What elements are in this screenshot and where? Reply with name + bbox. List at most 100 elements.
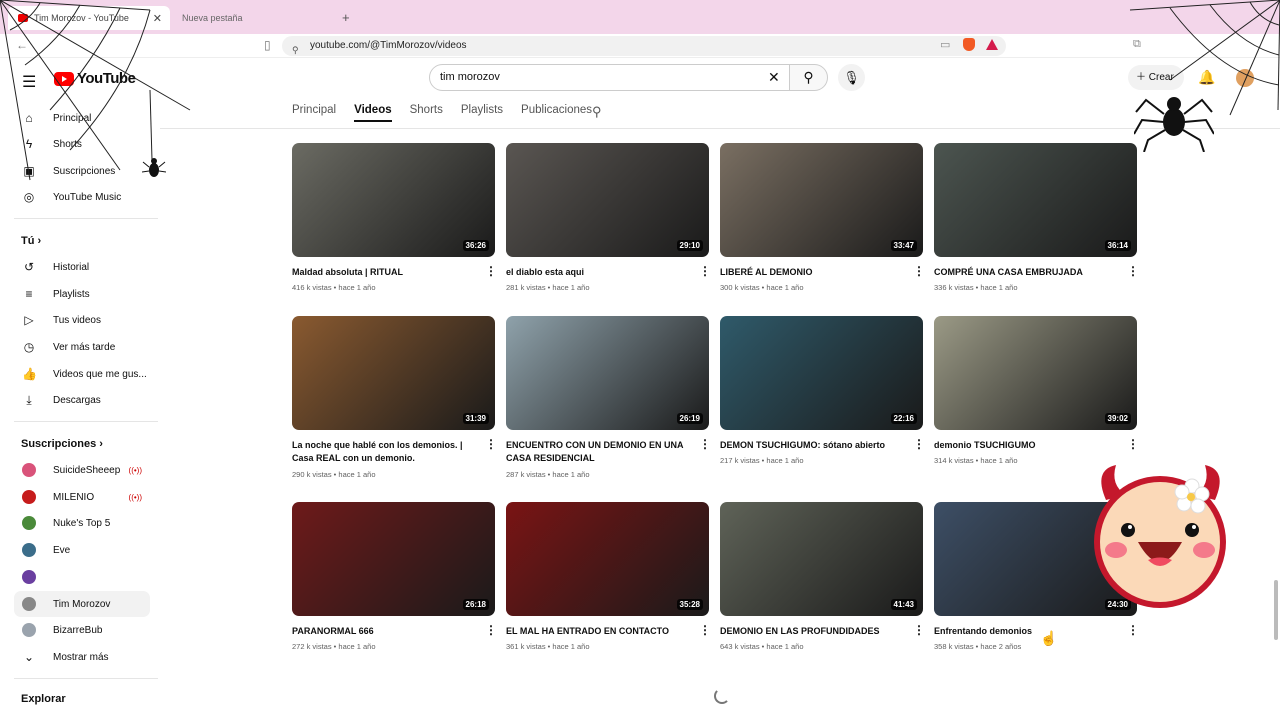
video-thumbnail[interactable]: 33:47 (720, 143, 923, 257)
more-options-icon[interactable]: ⋮ (913, 624, 925, 636)
tab-publicaciones[interactable]: Publicaciones (521, 104, 592, 122)
tab-videos[interactable]: Videos (354, 104, 392, 122)
video-title[interactable]: EL MAL HA ENTRADO EN CONTACTO (506, 625, 684, 638)
video-title[interactable]: LIBERÉ AL DEMONIO (720, 266, 898, 279)
cast-icon[interactable]: ▭ (940, 38, 950, 51)
sidebar-show-more[interactable]: ⌄ Mostrar más (14, 644, 150, 670)
sidebar-item-label: Tus videos (53, 314, 101, 326)
sidebar-item-label: YouTube Music (53, 191, 122, 203)
tab-playlists[interactable]: Playlists (461, 104, 503, 122)
tab-principal[interactable]: Principal (292, 104, 336, 122)
new-tab-plus-icon[interactable]: + (342, 10, 350, 25)
search-button[interactable]: ⚲ (789, 64, 828, 91)
video-card[interactable]: 35:28 EL MAL HA ENTRADO EN CONTACTO ⋮ 36… (506, 502, 711, 651)
video-meta: 287 k vistas • hace 1 año (506, 470, 590, 479)
sidebar-item-ver-mas-tarde[interactable]: ◷ Ver más tarde (14, 334, 150, 360)
brave-shields-icon[interactable] (963, 38, 975, 51)
video-thumbnail[interactable]: 26:19 (506, 316, 709, 430)
video-title[interactable]: demonio TSUCHIGUMO (934, 439, 1112, 452)
video-card[interactable]: 39:02 demonio TSUCHIGUMO ⋮ 314 k vistas … (934, 316, 1139, 465)
video-thumbnail[interactable]: 26:18 (292, 502, 495, 616)
video-thumbnail[interactable]: 31:39 (292, 316, 495, 430)
sidebar-item-historial[interactable]: ↺ Historial (14, 254, 150, 280)
video-meta: 290 k vistas • hace 1 año (292, 470, 376, 479)
bookmark-icon[interactable]: ▯ (264, 38, 271, 52)
video-title[interactable]: La noche que hablé con los demonios. | C… (292, 439, 470, 465)
video-title[interactable]: Enfrentando demonios (934, 625, 1112, 638)
video-title[interactable]: Maldad absoluta | RITUAL (292, 266, 470, 279)
more-options-icon[interactable]: ⋮ (699, 624, 711, 636)
video-thumbnail[interactable]: 22:16 (720, 316, 923, 430)
channel-avatar (22, 543, 36, 557)
sidebar-sub-milenio[interactable]: MILENIO ((•)) (14, 484, 150, 510)
playlists-icon: ≡ (25, 287, 33, 301)
video-card[interactable]: 41:43 DEMONIO EN LAS PROFUNDIDADES ⋮ 643… (720, 502, 925, 651)
search-input[interactable]: tim morozov (429, 64, 790, 91)
video-title[interactable]: COMPRÉ UNA CASA EMBRUJADA (934, 266, 1112, 279)
sidebar-sub-bizarrebub[interactable]: BizarreBub (14, 617, 150, 643)
video-thumbnail[interactable]: 39:02 (934, 316, 1137, 430)
channel-avatar (22, 490, 36, 504)
sidebar-item-descargas[interactable]: ⤓ Descargas (14, 387, 150, 413)
sidebar-you-heading[interactable]: Tú › (21, 235, 41, 247)
video-card[interactable]: 31:39 La noche que hablé con los demonio… (292, 316, 497, 479)
site-info-icon[interactable]: ⚲ (292, 40, 299, 60)
video-thumbnail[interactable]: 29:10 (506, 143, 709, 257)
video-card[interactable]: 33:47 LIBERÉ AL DEMONIO ⋮ 300 k vistas •… (720, 143, 925, 292)
video-title[interactable]: DEMON TSUCHIGUMO: sótano abierto (720, 439, 898, 452)
sidebar-sub-unnamed[interactable] (14, 564, 150, 590)
channel-search-icon[interactable]: ⚲ (592, 104, 602, 120)
clear-search-icon[interactable]: ✕ (768, 69, 780, 86)
search-icon: ⚲ (803, 69, 814, 85)
brave-rewards-icon[interactable] (986, 39, 998, 50)
more-options-icon[interactable]: ⋮ (1127, 624, 1139, 636)
video-thumbnail[interactable]: 36:26 (292, 143, 495, 257)
more-options-icon[interactable]: ⋮ (485, 265, 497, 277)
sidebar: ⌂ Principal ϟ Shorts ▣ Suscripciones ◎ YouTu… (0, 100, 160, 720)
tab-shorts[interactable]: Shorts (410, 104, 443, 122)
video-title[interactable]: DEMONIO EN LAS PROFUNDIDADES (720, 625, 898, 638)
page-scrollbar[interactable] (1274, 580, 1278, 640)
sidebar-subs-heading[interactable]: Suscripciones › (21, 438, 103, 450)
sidebar-sub-suicidesheeep[interactable]: SuicideSheeep ((•)) (14, 457, 150, 483)
cute-devil-sticker-icon (1094, 465, 1226, 608)
sidebar-item-label: Historial (53, 261, 90, 273)
video-thumbnail[interactable]: 41:43 (720, 502, 923, 616)
more-options-icon[interactable]: ⋮ (1127, 438, 1139, 450)
video-title[interactable]: el diablo esta aqui (506, 266, 684, 279)
more-options-icon[interactable]: ⋮ (913, 265, 925, 277)
voice-search-button[interactable]: 🎙 (838, 64, 865, 91)
sidebar-item-liked[interactable]: 👍 Videos que me gus... (14, 361, 150, 387)
video-duration: 26:18 (462, 599, 489, 610)
download-icon: ⤓ (26, 392, 32, 407)
more-options-icon[interactable]: ⋮ (913, 438, 925, 450)
sidebar-item-playlists[interactable]: ≡ Playlists (14, 281, 150, 307)
sidebar-sub-tim-morozov[interactable]: Tim Morozov (14, 591, 150, 617)
video-thumbnail[interactable]: 36:14 (934, 143, 1137, 257)
video-card[interactable]: 29:10 el diablo esta aqui ⋮ 281 k vistas… (506, 143, 711, 292)
video-meta: 272 k vistas • hace 1 año (292, 642, 376, 651)
video-card[interactable]: 36:26 Maldad absoluta | RITUAL ⋮ 416 k v… (292, 143, 497, 292)
sidebar-sub-nukes-top-5[interactable]: Nuke's Top 5 (14, 510, 150, 536)
more-options-icon[interactable]: ⋮ (485, 438, 497, 450)
sidebar-item-label: MILENIO (53, 491, 95, 503)
more-options-icon[interactable]: ⋮ (1127, 265, 1139, 277)
video-card[interactable]: 22:16 DEMON TSUCHIGUMO: sótano abierto ⋮… (720, 316, 925, 465)
video-card[interactable]: 26:18 PARANORMAL 666 ⋮ 272 k vistas • ha… (292, 502, 497, 651)
video-duration: 22:16 (890, 413, 917, 424)
sidebar-item-label: BizarreBub (53, 624, 103, 636)
address-bar[interactable]: ⚲ youtube.com/@TimMorozov/videos (282, 36, 1006, 56)
spider-web-icon (0, 0, 191, 181)
video-card[interactable]: 36:14 COMPRÉ UNA CASA EMBRUJADA ⋮ 336 k … (934, 143, 1139, 292)
sidebar-sub-eve[interactable]: Eve (14, 537, 150, 563)
video-card[interactable]: 26:19 ENCUENTRO CON UN DEMONIO EN UNA CA… (506, 316, 711, 479)
more-options-icon[interactable]: ⋮ (485, 624, 497, 636)
video-duration: 29:10 (676, 240, 703, 251)
liked-icon: 👍 (22, 367, 37, 381)
sidebar-item-tus-videos[interactable]: ▷ Tus videos (14, 307, 150, 333)
video-title[interactable]: ENCUENTRO CON UN DEMONIO EN UNA CASA RES… (506, 439, 684, 465)
video-thumbnail[interactable]: 35:28 (506, 502, 709, 616)
video-title[interactable]: PARANORMAL 666 (292, 625, 470, 638)
more-options-icon[interactable]: ⋮ (699, 265, 711, 277)
more-options-icon[interactable]: ⋮ (699, 438, 711, 450)
